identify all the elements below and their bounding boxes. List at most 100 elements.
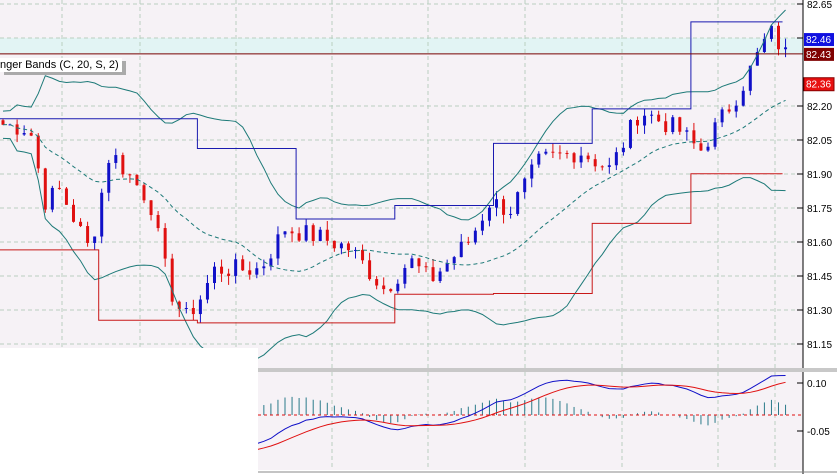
candle-body [396,283,400,292]
candle-body [473,230,477,243]
candle-body [516,192,520,214]
candle-body [537,153,541,165]
candle-body [86,226,90,243]
candle-body [509,213,513,215]
candle-body [22,133,26,135]
candle-body [459,241,463,258]
candle-body [593,159,597,167]
candle-body [403,267,407,284]
price-tick-label: 81.30 [807,306,832,317]
candle-body [255,268,259,275]
candle-body [72,204,75,222]
candle-body [220,266,224,274]
candle-body [269,258,273,267]
candle-body [466,241,470,243]
candle-body [784,47,788,50]
price-tick-label: 81.45 [807,272,832,283]
candle-body [43,168,47,210]
candle-body [262,266,266,269]
osc-tick-label: 0.10 [807,379,827,390]
candle-body [438,271,442,281]
candle-body [290,231,294,234]
candle-body [339,243,343,249]
candle-body [283,231,287,235]
price-tick-label: 81.75 [807,204,832,215]
candle-body [495,199,498,208]
candle-body [234,259,238,276]
candle-body [678,117,682,132]
candle-body [685,130,689,132]
candle-body [551,151,555,153]
candle-body [57,187,61,189]
candle-body [361,249,365,261]
candle-body [375,279,379,286]
candle-body [410,258,414,268]
candle-body [657,114,661,122]
candle-body [142,185,146,201]
candle-body [107,162,111,193]
candle-body [170,258,174,302]
candle-body [734,105,738,112]
candle-body [741,90,745,106]
candle-body [417,258,421,267]
candle-body [621,147,625,153]
candle-body [368,260,372,280]
candle-body [558,152,562,154]
candle-body [156,215,160,229]
price-label: 82.43 [806,50,831,61]
candle-body [699,143,703,151]
candle-body [544,151,548,154]
candle-body [36,135,40,169]
candle-body [311,225,315,242]
main-panel [0,0,803,368]
candle-body [15,124,19,135]
blank-area [0,348,258,474]
candle-body [523,178,527,193]
candle-body [777,25,780,50]
price-label: 82.46 [806,35,831,46]
candle-body [727,109,731,112]
candle-body [579,155,583,163]
candle-body [664,121,668,133]
candle-body [205,283,209,300]
price-tick-label: 81.15 [807,340,832,351]
candle-body [636,119,639,126]
candle-body [297,233,301,241]
candle-body [114,155,118,163]
candle-body [1,120,5,125]
price-tick-label: 81.60 [807,238,832,249]
candle-body [424,266,428,268]
candle-body [184,308,188,310]
candle-body [614,152,618,166]
candle-body [530,164,534,179]
candle-body [389,289,393,292]
candle-body [276,234,280,259]
price-tick-label: 82.20 [807,102,832,113]
candle-body [198,299,202,315]
candle-body [163,228,167,259]
candle-body [452,257,456,264]
candle-body [487,207,491,221]
candle-body [128,174,132,176]
indicator-label[interactable]: nger Bands (C, 20, S, 2) [0,58,122,72]
candle-body [93,236,97,243]
candle-body [713,122,717,147]
candle-body [628,119,632,148]
candle-body [248,270,252,275]
candle-body [29,133,33,136]
candle-body [445,263,449,272]
candle-body [79,221,83,227]
candle-body [586,155,590,160]
candle-body [572,153,576,163]
price-label: 82.36 [806,80,831,91]
price-tick-label: 82.65 [807,0,832,11]
candle-body [502,199,506,215]
candle-body [241,259,245,271]
candle-body [149,200,153,216]
candle-body [600,166,604,168]
candle-body [191,308,195,315]
candle-body [480,220,484,231]
osc-tick-label: -0.05 [807,427,830,438]
candle-body [50,187,54,210]
candle-body [607,165,611,167]
